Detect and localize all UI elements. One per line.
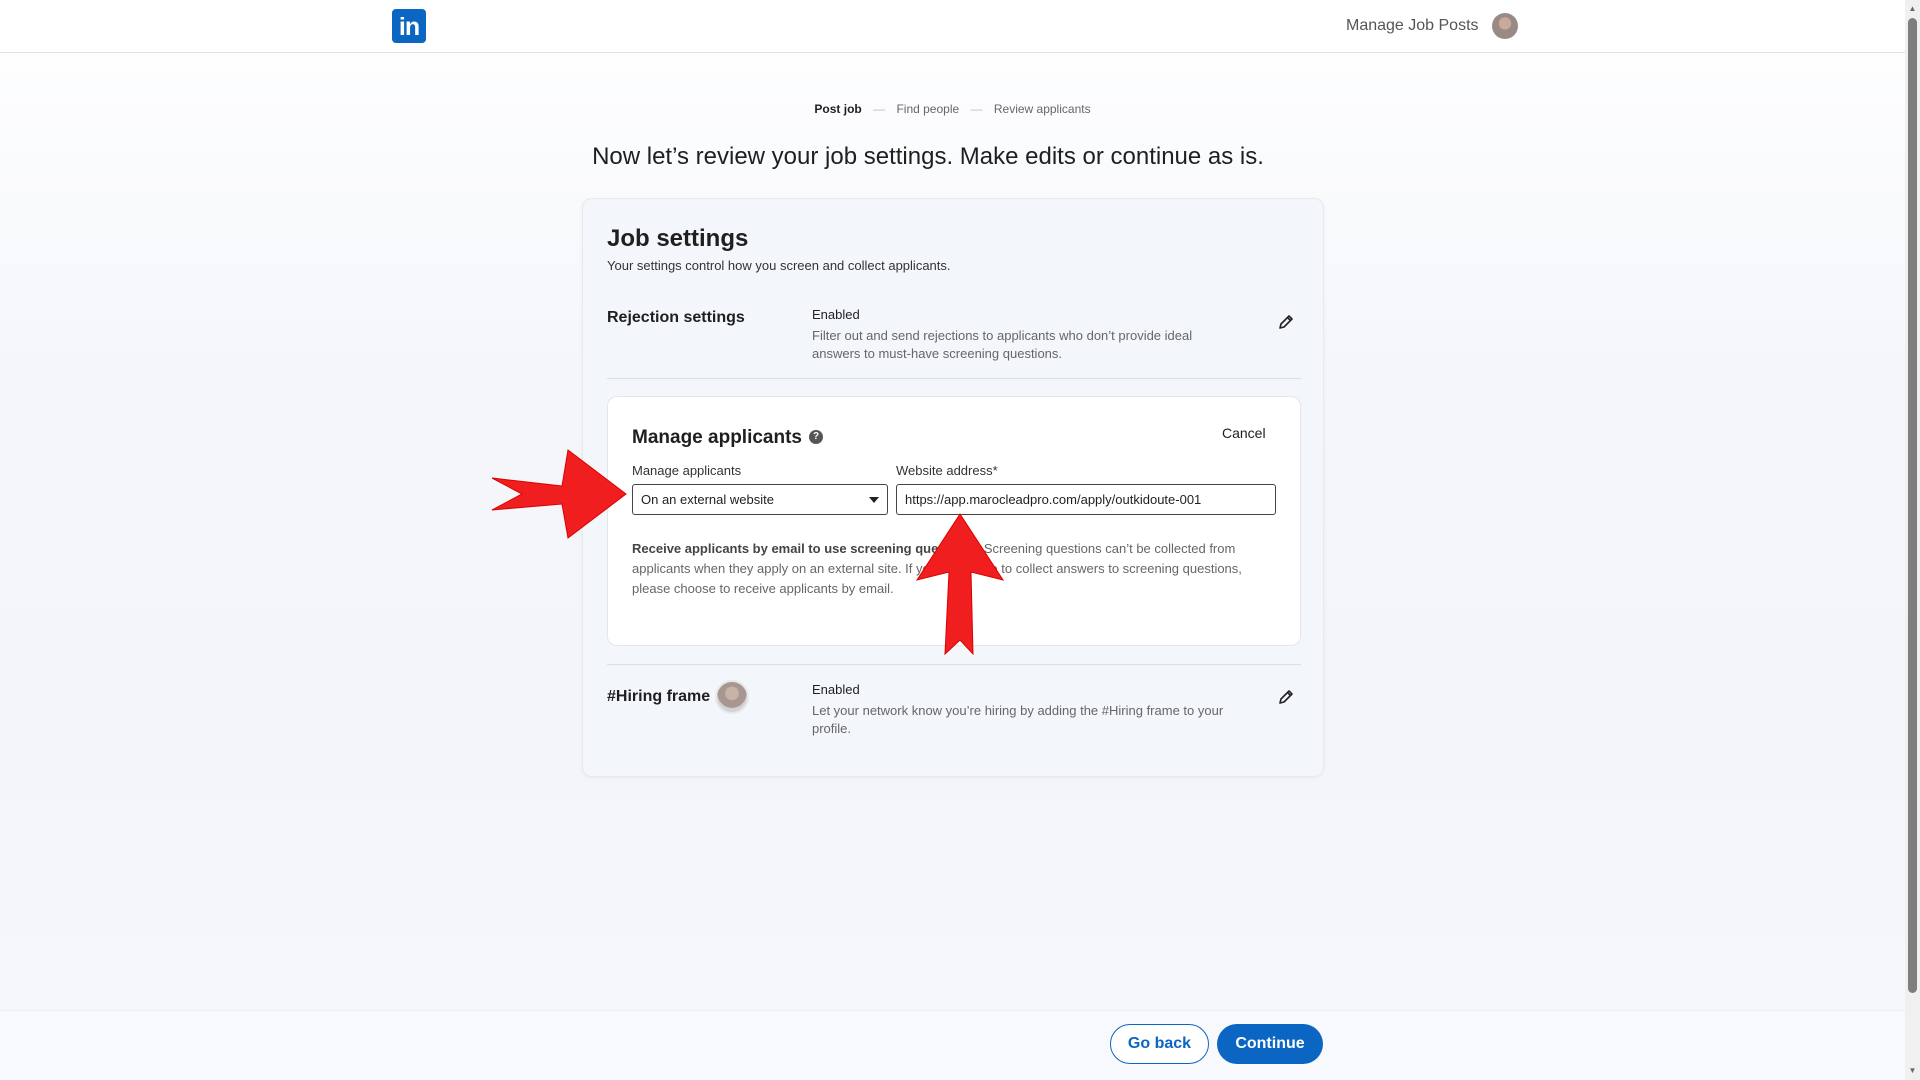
hiring-frame-status: Enabled: [812, 682, 860, 697]
manage-job-posts-link[interactable]: Manage Job Posts: [1346, 17, 1479, 35]
continue-button[interactable]: Continue: [1217, 1024, 1323, 1064]
step-separator: —: [873, 102, 886, 116]
section-divider: [607, 664, 1301, 665]
step-review-applicants: Review applicants: [993, 102, 1091, 116]
go-back-button[interactable]: Go back: [1110, 1024, 1209, 1064]
red-arrow-right-icon: [491, 449, 627, 539]
progress-stepper: Post job — Find people — Review applican…: [0, 102, 1905, 116]
edit-hiring-frame-pencil-icon[interactable]: [1277, 688, 1295, 706]
cancel-button[interactable]: Cancel: [1222, 425, 1266, 441]
step-find-people: Find people: [896, 102, 960, 116]
step-post-job: Post job: [814, 102, 862, 116]
card-subtitle: Your settings control how you screen and…: [607, 258, 951, 273]
website-address-input[interactable]: [896, 484, 1276, 515]
vertical-scrollbar[interactable]: ▲ ▼: [1905, 0, 1920, 1080]
top-navigation-bar: in Manage Job Posts: [0, 0, 1905, 53]
select-value: On an external website: [641, 492, 774, 507]
section-divider: [607, 378, 1301, 379]
red-arrow-up-icon: [915, 513, 1005, 656]
scroll-up-arrow-icon[interactable]: ▲: [1908, 4, 1917, 14]
page-headline: Now let’s review your job settings. Make…: [592, 143, 1264, 170]
hiring-frame-title: #Hiring frame: [607, 688, 711, 705]
scrollbar-thumb[interactable]: [1908, 18, 1917, 993]
hiring-frame-description: Let your network know you’re hiring by a…: [812, 703, 1224, 736]
job-settings-card: Job settings Your settings control how y…: [582, 198, 1324, 777]
rejection-settings-status: Enabled: [812, 307, 860, 322]
website-address-label: Website address*: [896, 463, 998, 478]
manage-applicants-select[interactable]: On an external website: [632, 484, 888, 515]
footer-bar: [0, 1010, 1905, 1080]
card-title: Job settings: [607, 225, 749, 252]
hiring-frame-avatar: [715, 680, 749, 714]
step-separator: —: [970, 102, 983, 116]
edit-rejection-pencil-icon[interactable]: [1277, 313, 1295, 331]
scroll-down-arrow-icon[interactable]: ▼: [1908, 1066, 1917, 1076]
linkedin-logo-icon[interactable]: in: [392, 9, 426, 43]
rejection-settings-title: Rejection settings: [607, 309, 745, 326]
profile-avatar[interactable]: [1492, 13, 1518, 39]
rejection-settings-description: Filter out and send rejections to applic…: [812, 328, 1193, 361]
manage-applicants-title: Manage applicants: [632, 427, 802, 448]
help-question-icon[interactable]: ?: [809, 430, 823, 444]
manage-applicants-select-label: Manage applicants: [632, 463, 742, 478]
caret-down-icon: [869, 497, 879, 503]
